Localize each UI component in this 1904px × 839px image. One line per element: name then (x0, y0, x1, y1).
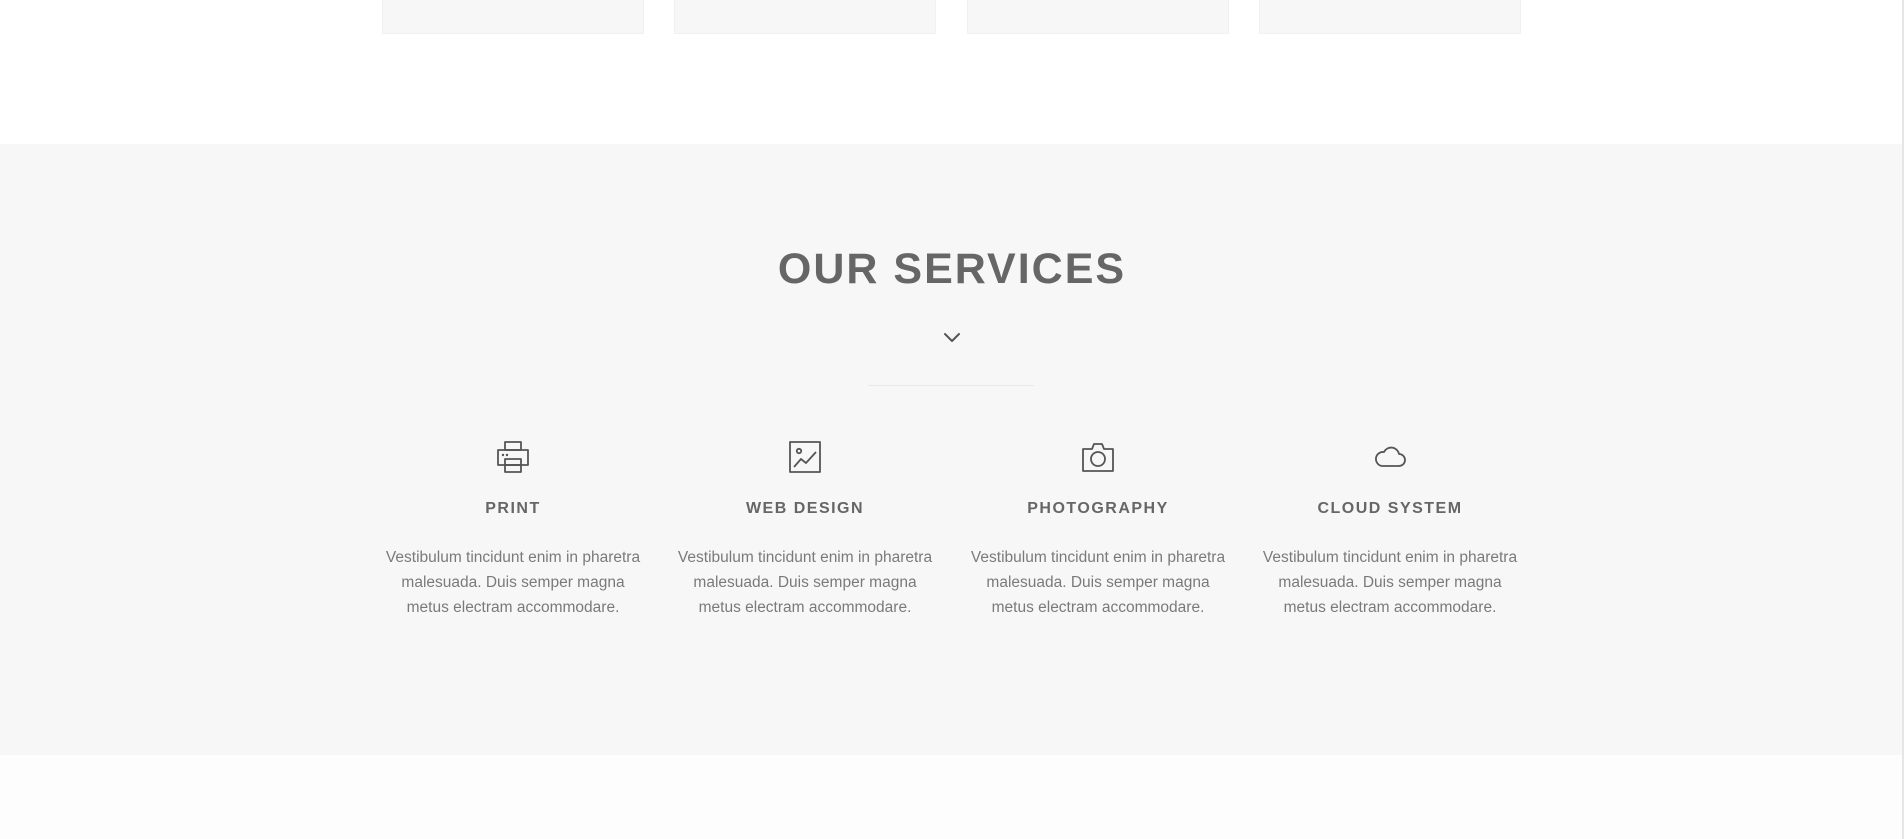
service-item-cloud-system: CLOUD SYSTEM Vestibulum tincidunt enim i… (1259, 440, 1521, 620)
service-title: WEB DESIGN (745, 500, 865, 517)
service-title: PRINT (485, 500, 541, 517)
image-icon (789, 441, 821, 473)
service-description: Vestibulum tincidunt enim in pharetra ma… (1262, 549, 1518, 616)
card-bottom-edge (382, 0, 644, 34)
service-item-web-design: WEB DESIGN Vestibulum tincidunt enim in … (674, 440, 936, 620)
service-item-print: PRINT Vestibulum tincidunt enim in phare… (382, 440, 644, 620)
card-bottom-edge (1259, 0, 1521, 34)
service-description: Vestibulum tincidunt enim in pharetra ma… (677, 549, 933, 616)
service-item-photography: PHOTOGRAPHY Vestibulum tincidunt enim in… (967, 440, 1229, 620)
service-description: Vestibulum tincidunt enim in pharetra ma… (970, 549, 1226, 616)
card-bottom-edge (674, 0, 936, 34)
next-section (0, 755, 1904, 839)
section-title: OUR SERVICES (777, 245, 1127, 293)
printer-icon (497, 441, 529, 473)
services-section: OUR SERVICES PRINT Vestibulum tincidunt … (0, 144, 1904, 755)
camera-icon (1082, 443, 1114, 472)
chevron-down-icon (944, 333, 960, 342)
previous-section (0, 0, 1904, 144)
service-description: Vestibulum tincidunt enim in pharetra ma… (385, 549, 641, 616)
service-title: PHOTOGRAPHY (1027, 500, 1169, 517)
cloud-icon (1375, 446, 1406, 467)
card-bottom-edge (967, 0, 1229, 34)
section-divider (868, 385, 1034, 386)
service-title: CLOUD SYSTEM (1317, 500, 1463, 517)
